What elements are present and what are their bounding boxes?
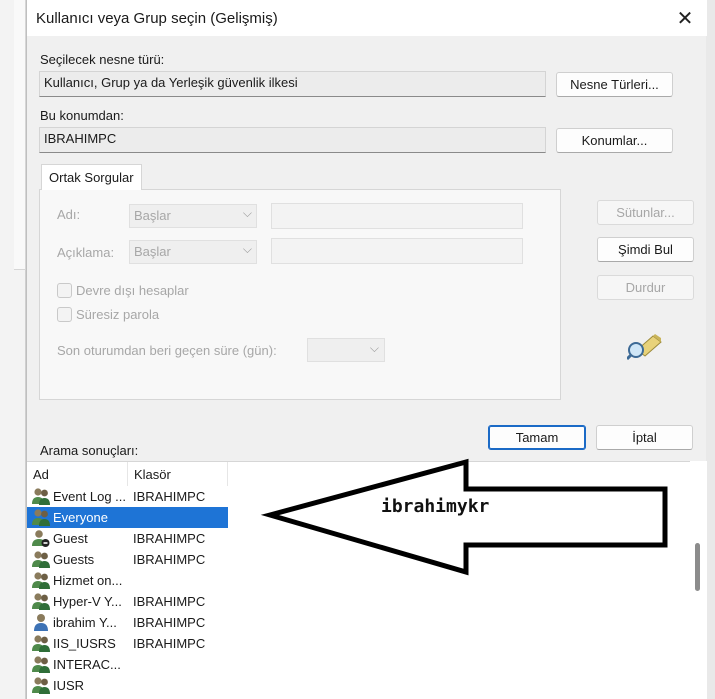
group-icon — [31, 592, 51, 611]
object-types-button[interactable]: Nesne Türleri... — [556, 72, 673, 97]
result-folder: IBRAHIMPC — [133, 489, 206, 504]
result-folder: IBRAHIMPC — [133, 552, 206, 567]
result-folder: IBRAHIMPC — [133, 615, 206, 630]
result-name: IIS_IUSRS — [53, 636, 116, 651]
common-queries-panel: Adı: Başlar ⌵ Açıklama: Başlar ⌵ Devre d… — [39, 189, 561, 400]
group-icon — [31, 508, 51, 527]
results-scrollbar[interactable] — [690, 461, 707, 699]
days-since-logon-label: Son oturumdan beri geçen süre (gün): — [57, 343, 277, 358]
find-now-button[interactable]: Şimdi Bul — [597, 237, 694, 262]
result-folder: IBRAHIMPC — [133, 636, 206, 651]
user-icon — [31, 613, 51, 632]
description-input[interactable] — [271, 238, 523, 264]
name-label: Adı: — [57, 207, 81, 222]
result-name: Event Log ... — [53, 489, 126, 504]
group-icon — [31, 655, 51, 674]
results-label: Arama sonuçları: — [40, 443, 139, 458]
result-name: INTERAC... — [53, 657, 121, 672]
disabled-accounts-label: Devre dışı hesaplar — [76, 283, 189, 298]
ok-button[interactable]: Tamam — [488, 425, 586, 450]
list-item[interactable]: Hyper-V Y... IBRAHIMPC — [27, 591, 227, 612]
list-item[interactable]: Event Log ... IBRAHIMPC — [27, 486, 227, 507]
group-icon — [31, 487, 51, 506]
name-mode-value: Başlar — [134, 208, 171, 223]
chevron-down-icon: ⌵ — [369, 341, 379, 355]
stop-button[interactable]: Durdur — [597, 275, 694, 300]
list-item[interactable]: Hizmet on... — [27, 570, 227, 591]
result-name: Guests — [53, 552, 95, 567]
list-item[interactable]: INTERAC... — [27, 654, 227, 675]
scrollbar-thumb[interactable] — [695, 543, 700, 591]
group-icon — [31, 634, 51, 653]
non-expiring-password-checkbox[interactable]: Süresiz parola — [57, 307, 159, 322]
list-item[interactable]: IUSR — [27, 675, 227, 696]
name-mode-select[interactable]: Başlar ⌵ — [129, 204, 257, 228]
description-label: Açıklama: — [57, 245, 115, 260]
column-header-folder[interactable]: Klasör — [128, 462, 228, 486]
location-field: IBRAHIMPC — [39, 127, 546, 153]
group-icon — [31, 571, 51, 590]
list-item[interactable]: IIS_IUSRS IBRAHIMPC — [27, 633, 227, 654]
cancel-button[interactable]: İptal — [596, 425, 693, 450]
search-results-list[interactable]: Ad Klasör Event Log ... IBRAHIMPC Everyone… — [27, 461, 690, 699]
result-name: IUSR — [53, 678, 85, 693]
days-since-logon-select[interactable]: ⌵ — [307, 338, 385, 362]
column-header-name[interactable]: Ad — [27, 462, 128, 486]
description-mode-value: Başlar — [134, 244, 171, 259]
dialog-title: Kullanıcı veya Grup seçin (Gelişmiş) — [36, 10, 278, 27]
list-item[interactable]: ibrahim Y... IBRAHIMPC — [27, 612, 227, 633]
checkbox-box — [57, 307, 72, 322]
disabled-user-icon — [31, 529, 51, 548]
object-type-field: Kullanıcı, Grup ya da Yerleşik güvenlik … — [39, 71, 546, 97]
list-item[interactable]: Everyone — [27, 507, 228, 528]
result-name: Hizmet on... — [53, 573, 123, 588]
chevron-down-icon: ⌵ — [242, 206, 252, 220]
disabled-accounts-checkbox[interactable]: Devre dışı hesaplar — [57, 283, 189, 298]
tab-common-queries[interactable]: Ortak Sorgular — [41, 164, 142, 190]
title-bar: Kullanıcı veya Grup seçin (Gelişmiş) ✕ — [27, 0, 707, 36]
select-user-group-dialog: Kullanıcı veya Grup seçin (Gelişmiş) ✕ S… — [26, 0, 707, 699]
result-name: Everyone — [53, 510, 108, 525]
location-label: Bu konumdan: — [40, 108, 124, 123]
result-name: ibrahim Y... — [53, 615, 117, 630]
background-window-panel — [14, 0, 26, 270]
result-folder: IBRAHIMPC — [133, 594, 206, 609]
annotation-text: ibrahimykr — [381, 496, 490, 517]
search-flashlight-icon — [627, 334, 662, 360]
list-item[interactable]: Guests IBRAHIMPC — [27, 549, 227, 570]
result-name: Hyper-V Y... — [53, 594, 122, 609]
list-item[interactable]: Guest IBRAHIMPC — [27, 528, 227, 549]
object-type-label: Seçilecek nesne türü: — [40, 52, 165, 67]
locations-button[interactable]: Konumlar... — [556, 128, 673, 153]
columns-button[interactable]: Sütunlar... — [597, 200, 694, 225]
close-icon: ✕ — [676, 7, 694, 30]
description-mode-select[interactable]: Başlar ⌵ — [129, 240, 257, 264]
result-folder: IBRAHIMPC — [133, 531, 206, 546]
group-icon — [31, 676, 51, 695]
result-name: Guest — [53, 531, 88, 546]
chevron-down-icon: ⌵ — [242, 242, 252, 256]
group-icon — [31, 550, 51, 569]
non-expiring-password-label: Süresiz parola — [76, 307, 160, 322]
name-input[interactable] — [271, 203, 523, 229]
checkbox-box — [57, 283, 72, 298]
background-window-right — [706, 0, 715, 699]
close-button[interactable]: ✕ — [671, 5, 699, 31]
